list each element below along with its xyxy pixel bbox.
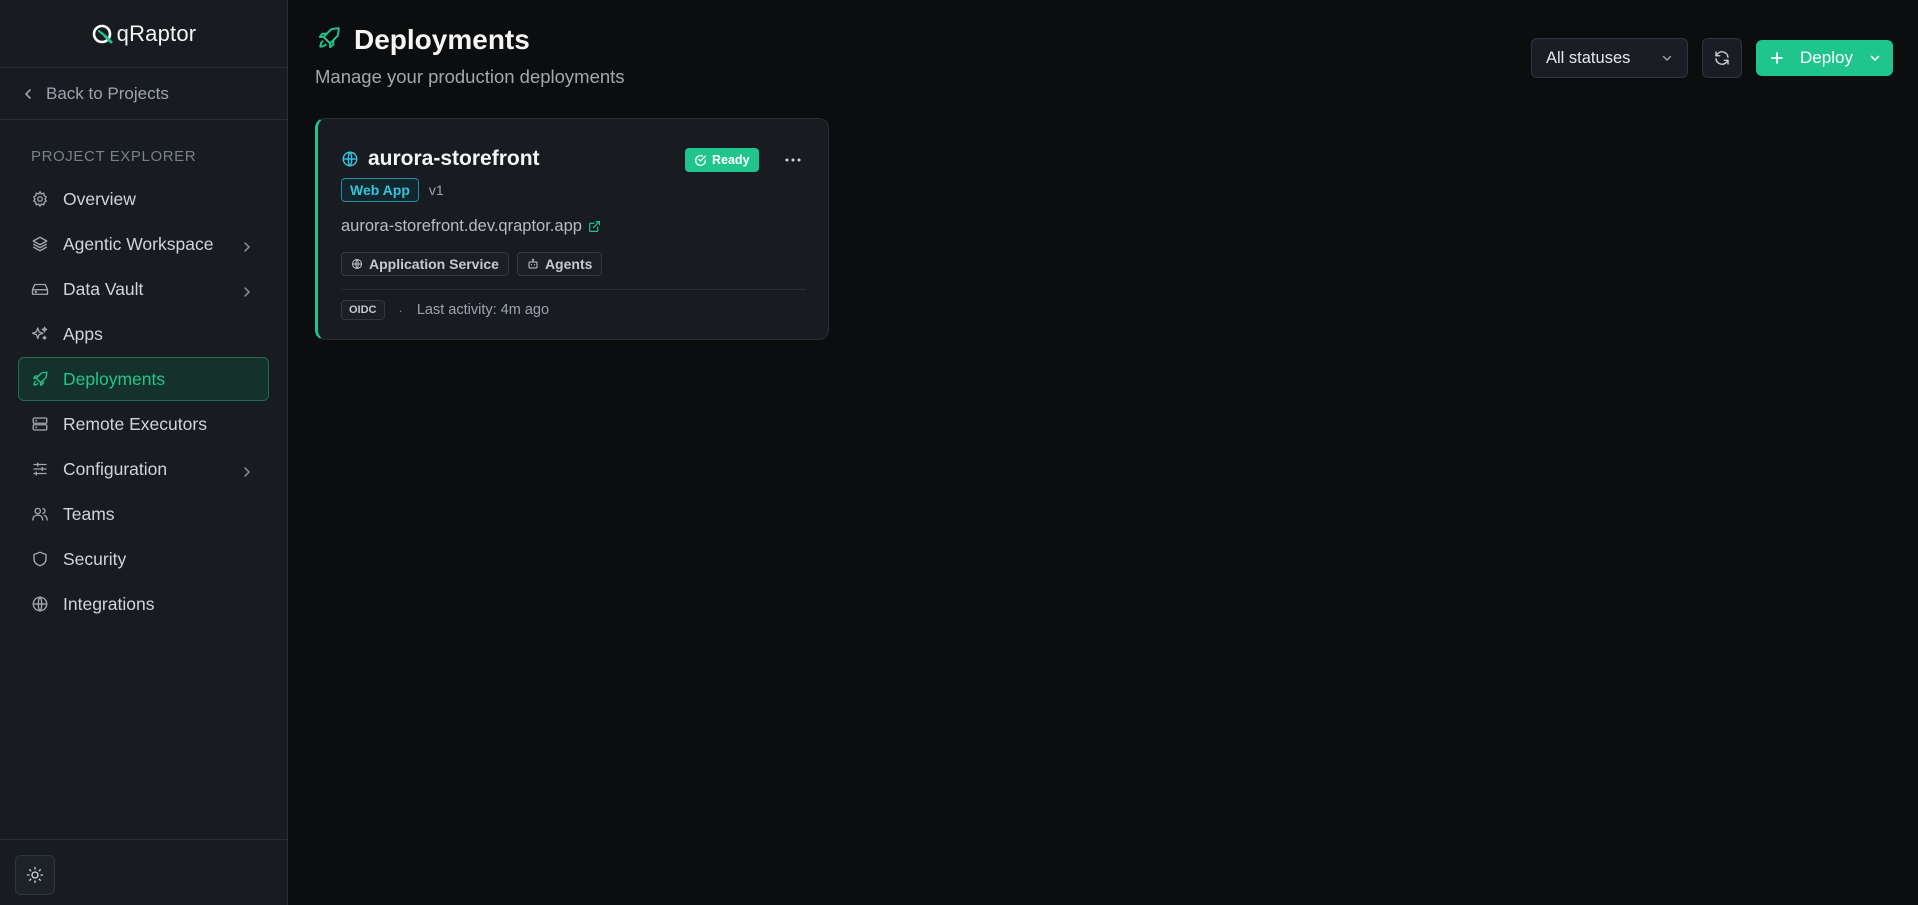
rocket-icon	[316, 25, 342, 56]
server-icon	[31, 415, 49, 433]
service-chips: Application Service Agents	[341, 252, 603, 276]
sidebar-item-label: Data Vault	[63, 278, 144, 299]
deployment-header: aurora-storefront	[341, 147, 540, 171]
refresh-icon	[1715, 51, 1729, 65]
drive-icon	[31, 280, 49, 298]
chevron-right-icon	[242, 282, 252, 303]
status-badge: Ready	[685, 148, 759, 172]
sidebar-item-teams[interactable]: Teams	[18, 492, 269, 536]
rocket-icon	[31, 370, 49, 388]
chevron-down-icon	[1662, 55, 1672, 61]
deployment-url-link[interactable]: aurora-storefront.dev.qraptor.app	[341, 217, 582, 236]
chevron-down-icon	[1870, 55, 1880, 62]
sidebar-item-remote-executors[interactable]: Remote Executors	[18, 402, 269, 446]
plus-icon	[1771, 52, 1783, 64]
globe-icon	[31, 595, 49, 613]
deployment-card[interactable]: aurora-storefront Ready Web App v1 auror…	[315, 118, 829, 340]
sidebar-item-label: Overview	[63, 188, 136, 209]
qraptor-logo-icon	[92, 24, 113, 43]
sidebar-item-label: Integrations	[63, 593, 155, 614]
check-circle-icon	[695, 154, 707, 166]
sidebar-footer	[0, 839, 287, 905]
deploy-button[interactable]: Deploy	[1756, 40, 1893, 76]
sidebar-item-configuration[interactable]: Configuration	[18, 447, 269, 491]
sidebar-item-label: Security	[63, 548, 127, 569]
app-type-badge: Web App	[341, 178, 419, 202]
sidebar-item-label: Agentic Workspace	[63, 233, 214, 254]
back-to-projects-link[interactable]: Back to Projects	[0, 68, 287, 120]
sidebar-item-label: Teams	[63, 503, 115, 524]
refresh-button[interactable]	[1702, 38, 1742, 78]
card-divider	[341, 289, 806, 290]
separator-dot: ·	[398, 302, 403, 318]
deployment-footer: OIDC · Last activity: 4m ago	[341, 300, 549, 320]
chevron-left-icon	[25, 88, 31, 99]
sparkles-icon	[31, 325, 49, 343]
sidebar-item-label: Remote Executors	[63, 413, 207, 434]
section-label: PROJECT EXPLORER	[31, 148, 197, 165]
service-chip-label: Agents	[544, 256, 593, 272]
shield-icon	[31, 550, 49, 568]
service-chip: Agents	[516, 252, 603, 276]
sidebar-item-label: Apps	[63, 323, 103, 344]
chevron-right-icon	[242, 462, 252, 483]
main-content: Deployments Manage your production deplo…	[289, 0, 1918, 905]
globe-icon	[352, 258, 362, 270]
version-label: v1	[428, 182, 444, 198]
sliders-icon	[31, 460, 49, 478]
page-subtitle: Manage your production deployments	[315, 66, 625, 87]
auth-badge: OIDC	[341, 300, 385, 320]
sidebar-item-security[interactable]: Security	[18, 537, 269, 581]
deployment-tags: Web App v1	[341, 178, 444, 202]
sidebar-nav: Overview Agentic Workspace Data Vault Ap…	[0, 177, 287, 626]
ellipsis-icon	[785, 158, 801, 162]
deployment-name[interactable]: aurora-storefront	[368, 147, 540, 171]
sidebar-item-data-vault[interactable]: Data Vault	[18, 267, 269, 311]
sidebar-item-integrations[interactable]: Integrations	[18, 582, 269, 626]
sidebar: qRaptor Back to Projects PROJECT EXPLORE…	[0, 0, 288, 905]
last-activity: Last activity: 4m ago	[416, 302, 550, 318]
sun-icon	[26, 866, 44, 884]
service-chip: Application Service	[341, 252, 509, 276]
theme-toggle-button[interactable]	[15, 855, 55, 895]
sidebar-item-agentic-workspace[interactable]: Agentic Workspace	[18, 222, 269, 266]
status-filter-select[interactable]: All statuses	[1531, 38, 1688, 78]
deployment-url-row: aurora-storefront.dev.qraptor.app	[341, 217, 601, 236]
sidebar-item-deployments[interactable]: Deployments	[18, 357, 269, 401]
page-title: Deployments	[354, 24, 530, 55]
gear-icon	[31, 190, 49, 208]
layers-icon	[31, 235, 49, 253]
globe-icon	[342, 151, 358, 167]
page-header: Deployments	[316, 24, 530, 56]
app-name: qRaptor	[116, 20, 197, 46]
app-logo[interactable]: qRaptor	[0, 0, 287, 68]
sidebar-item-apps[interactable]: Apps	[18, 312, 269, 356]
external-link-icon[interactable]	[588, 220, 601, 233]
service-chip-label: Application Service	[369, 256, 499, 272]
status-label: Ready	[712, 153, 750, 167]
sidebar-item-label: Deployments	[63, 368, 166, 389]
more-options-button[interactable]	[780, 147, 806, 173]
deploy-label: Deploy	[1800, 48, 1853, 67]
bot-icon	[528, 258, 538, 269]
status-filter-value: All statuses	[1546, 48, 1631, 67]
users-icon	[31, 505, 49, 523]
sidebar-item-overview[interactable]: Overview	[18, 177, 269, 221]
chevron-right-icon	[242, 237, 252, 258]
sidebar-item-label: Configuration	[63, 458, 168, 479]
toolbar: All statuses Deploy	[1531, 38, 1893, 78]
back-label: Back to Projects	[46, 83, 169, 103]
